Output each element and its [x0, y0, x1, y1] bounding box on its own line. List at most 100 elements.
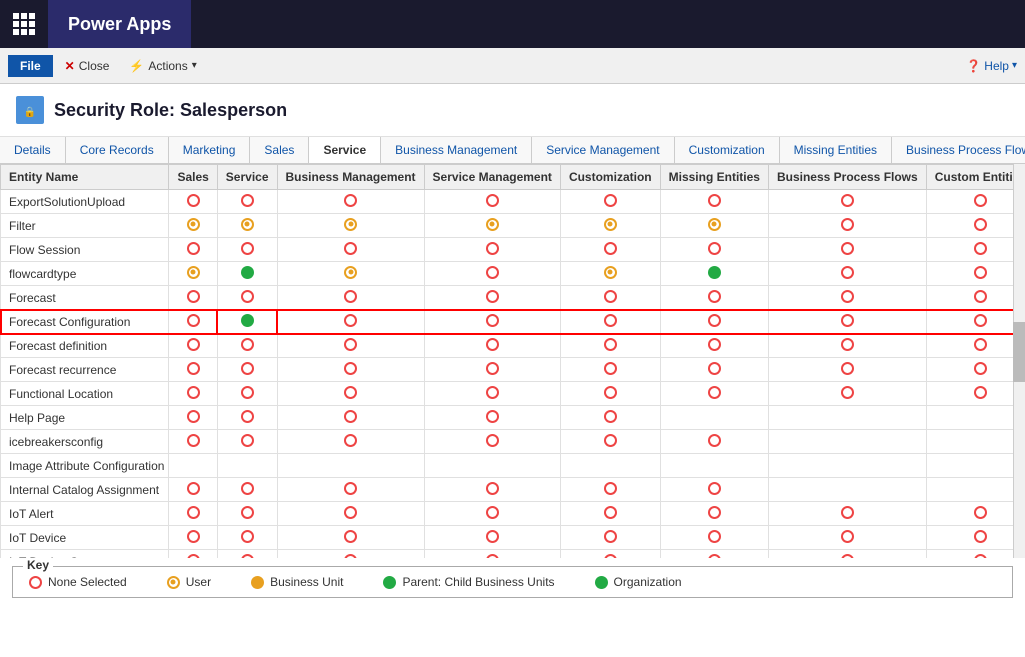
circle-none[interactable] — [187, 338, 200, 351]
close-button[interactable]: ✕ Close — [57, 56, 118, 76]
circle-none[interactable] — [708, 506, 721, 519]
permission-cell[interactable] — [660, 478, 768, 502]
circle-none[interactable] — [241, 386, 254, 399]
circle-none[interactable] — [344, 410, 357, 423]
circle-none[interactable] — [241, 242, 254, 255]
circle-none[interactable] — [486, 506, 499, 519]
permission-cell[interactable] — [277, 310, 424, 334]
permission-cell[interactable] — [217, 382, 277, 406]
circle-none[interactable] — [241, 482, 254, 495]
circle-none[interactable] — [486, 242, 499, 255]
circle-none[interactable] — [241, 362, 254, 375]
permission-cell[interactable] — [768, 190, 926, 214]
circle-none[interactable] — [187, 410, 200, 423]
circle-none[interactable] — [486, 194, 499, 207]
permission-cell[interactable] — [169, 286, 217, 310]
permission-cell[interactable] — [660, 382, 768, 406]
permission-cell[interactable] — [768, 382, 926, 406]
circle-none[interactable] — [708, 362, 721, 375]
permission-cell[interactable] — [169, 430, 217, 454]
permission-cell[interactable] — [424, 262, 560, 286]
permission-cell[interactable] — [277, 502, 424, 526]
permission-cell[interactable] — [560, 334, 660, 358]
permission-cell[interactable] — [424, 478, 560, 502]
permission-cell[interactable] — [768, 214, 926, 238]
circle-none[interactable] — [708, 194, 721, 207]
circle-none[interactable] — [241, 194, 254, 207]
permission-cell[interactable] — [217, 502, 277, 526]
tab-details[interactable]: Details — [0, 137, 66, 163]
permission-cell[interactable] — [277, 382, 424, 406]
circle-none[interactable] — [841, 314, 854, 327]
circle-none[interactable] — [187, 434, 200, 447]
permission-cell[interactable] — [169, 382, 217, 406]
circle-none[interactable] — [187, 290, 200, 303]
circle-none[interactable] — [604, 506, 617, 519]
circle-none[interactable] — [708, 434, 721, 447]
circle-none[interactable] — [187, 362, 200, 375]
circle-none[interactable] — [604, 290, 617, 303]
circle-user[interactable] — [708, 218, 721, 231]
permission-cell[interactable] — [424, 358, 560, 382]
permission-cell[interactable] — [424, 502, 560, 526]
permission-cell[interactable] — [926, 286, 1013, 310]
help-button[interactable]: ❓ Help ▾ — [966, 59, 1017, 73]
permission-cell[interactable] — [768, 526, 926, 550]
circle-none[interactable] — [344, 386, 357, 399]
circle-none[interactable] — [241, 290, 254, 303]
circle-none[interactable] — [841, 338, 854, 351]
permission-cell[interactable] — [560, 550, 660, 559]
circle-none[interactable] — [604, 362, 617, 375]
circle-none[interactable] — [974, 218, 987, 231]
permission-cell[interactable] — [926, 334, 1013, 358]
permission-cell[interactable] — [560, 502, 660, 526]
permission-cell[interactable] — [660, 550, 768, 559]
circle-none[interactable] — [187, 530, 200, 543]
permission-cell[interactable] — [926, 502, 1013, 526]
circle-none[interactable] — [486, 266, 499, 279]
circle-none[interactable] — [241, 410, 254, 423]
permission-cell[interactable] — [169, 214, 217, 238]
circle-none[interactable] — [486, 338, 499, 351]
circle-none[interactable] — [344, 242, 357, 255]
permission-cell[interactable] — [926, 550, 1013, 559]
circle-none[interactable] — [708, 242, 721, 255]
permission-cell[interactable] — [169, 502, 217, 526]
permission-cell[interactable] — [768, 550, 926, 559]
circle-none[interactable] — [708, 554, 721, 559]
permission-cell[interactable] — [560, 382, 660, 406]
circle-none[interactable] — [187, 554, 200, 559]
permission-cell[interactable] — [560, 526, 660, 550]
permission-cell[interactable] — [169, 550, 217, 559]
permission-cell[interactable] — [660, 310, 768, 334]
permission-cell[interactable] — [424, 406, 560, 430]
permission-cell[interactable] — [217, 262, 277, 286]
circle-none[interactable] — [486, 362, 499, 375]
permission-cell[interactable] — [926, 238, 1013, 262]
circle-none[interactable] — [604, 530, 617, 543]
circle-none[interactable] — [604, 482, 617, 495]
permission-cell[interactable] — [926, 526, 1013, 550]
circle-none[interactable] — [486, 410, 499, 423]
tab-service[interactable]: Service — [309, 137, 381, 163]
permission-cell[interactable] — [560, 190, 660, 214]
circle-org[interactable] — [241, 314, 254, 327]
permission-cell[interactable] — [277, 238, 424, 262]
permission-cell[interactable] — [424, 238, 560, 262]
vertical-scrollbar[interactable] — [1013, 164, 1025, 558]
permission-cell[interactable] — [277, 214, 424, 238]
permission-cell[interactable] — [424, 526, 560, 550]
permission-cell[interactable] — [277, 526, 424, 550]
circle-none[interactable] — [241, 554, 254, 559]
circle-none[interactable] — [486, 530, 499, 543]
circle-none[interactable] — [974, 194, 987, 207]
circle-user[interactable] — [486, 218, 499, 231]
permission-cell[interactable] — [660, 214, 768, 238]
circle-user[interactable] — [344, 218, 357, 231]
circle-none[interactable] — [974, 506, 987, 519]
circle-none[interactable] — [841, 362, 854, 375]
circle-none[interactable] — [708, 530, 721, 543]
waffle-menu-button[interactable] — [0, 0, 48, 48]
permission-cell[interactable] — [169, 262, 217, 286]
permission-cell[interactable] — [217, 334, 277, 358]
